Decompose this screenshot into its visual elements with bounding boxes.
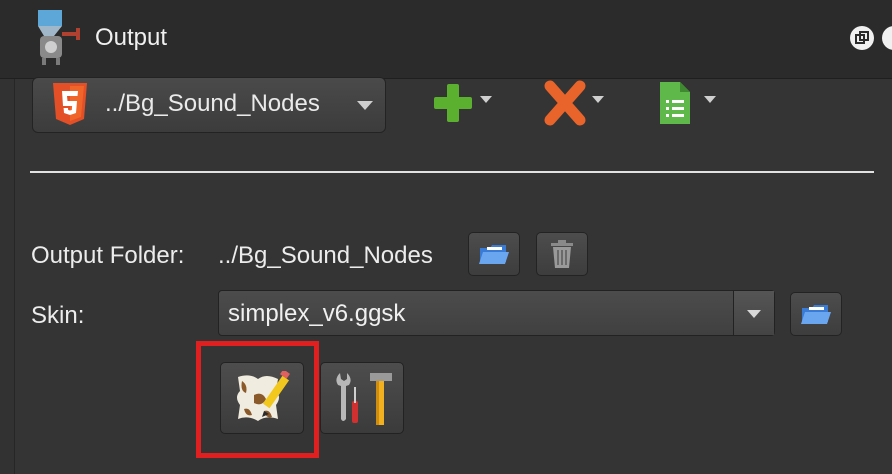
output-format-label: ../Bg_Sound_Nodes bbox=[105, 90, 320, 117]
tools-icon bbox=[336, 373, 392, 425]
clear-folder-button[interactable] bbox=[536, 232, 588, 276]
browse-folder-button[interactable] bbox=[468, 232, 520, 276]
close-window-button[interactable] bbox=[882, 26, 892, 50]
section-divider bbox=[30, 171, 874, 173]
add-output-button[interactable] bbox=[430, 80, 492, 126]
plus-icon bbox=[434, 84, 472, 122]
chevron-down-icon bbox=[592, 96, 604, 103]
browse-skin-button[interactable] bbox=[790, 292, 842, 336]
restore-icon bbox=[855, 31, 869, 44]
document-button[interactable] bbox=[654, 80, 716, 126]
chevron-down-icon bbox=[480, 96, 492, 103]
x-icon bbox=[544, 80, 586, 126]
title-bar: Output bbox=[0, 0, 892, 79]
remove-output-button[interactable] bbox=[542, 80, 604, 126]
folder-open-icon bbox=[801, 305, 831, 324]
output-folder-value: ../Bg_Sound_Nodes bbox=[218, 242, 433, 269]
skin-label: Skin: bbox=[31, 302, 85, 329]
float-window-button[interactable] bbox=[850, 26, 874, 50]
chevron-down-icon bbox=[704, 96, 716, 103]
output-folder-label: Output Folder: bbox=[31, 242, 185, 269]
chevron-down-icon bbox=[357, 101, 373, 110]
document-icon bbox=[660, 82, 690, 124]
skin-select[interactable]: simplex_v6.ggsk bbox=[218, 290, 775, 336]
output-panel bbox=[14, 79, 892, 474]
html5-icon bbox=[53, 83, 87, 125]
window-title: Output bbox=[95, 24, 168, 51]
output-format-select[interactable]: ../Bg_Sound_Nodes bbox=[32, 77, 386, 133]
skin-tools-button[interactable] bbox=[320, 362, 404, 434]
app-logo-icon bbox=[38, 10, 80, 65]
trash-icon bbox=[551, 240, 573, 268]
skin-value: simplex_v6.ggsk bbox=[228, 300, 406, 327]
folder-open-icon bbox=[479, 245, 509, 264]
chevron-down-icon[interactable] bbox=[733, 291, 774, 335]
highlight-box bbox=[196, 341, 319, 458]
